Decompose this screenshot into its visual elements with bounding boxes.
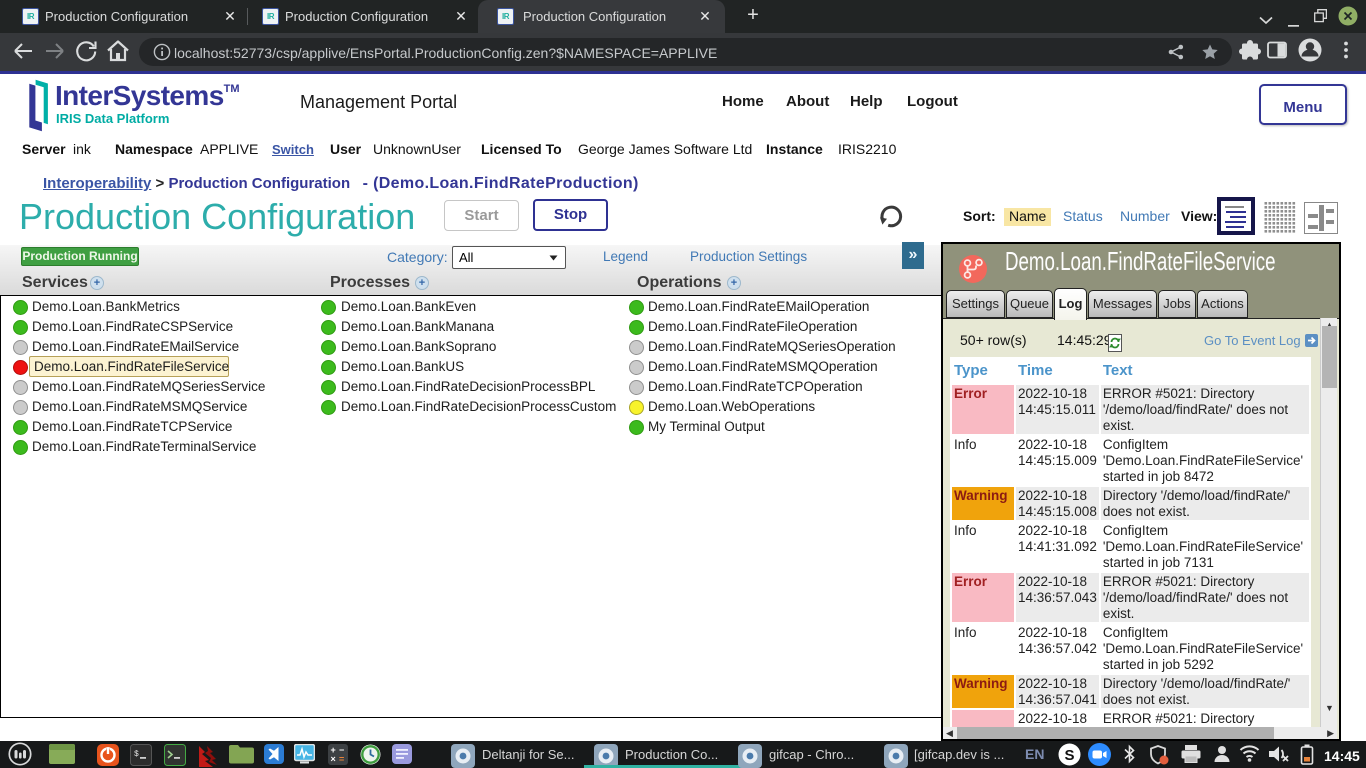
svg-text:$: $ bbox=[134, 750, 139, 759]
svg-text:S: S bbox=[1065, 747, 1075, 764]
svg-text:=: = bbox=[339, 754, 344, 764]
svg-text:×: × bbox=[331, 754, 336, 764]
